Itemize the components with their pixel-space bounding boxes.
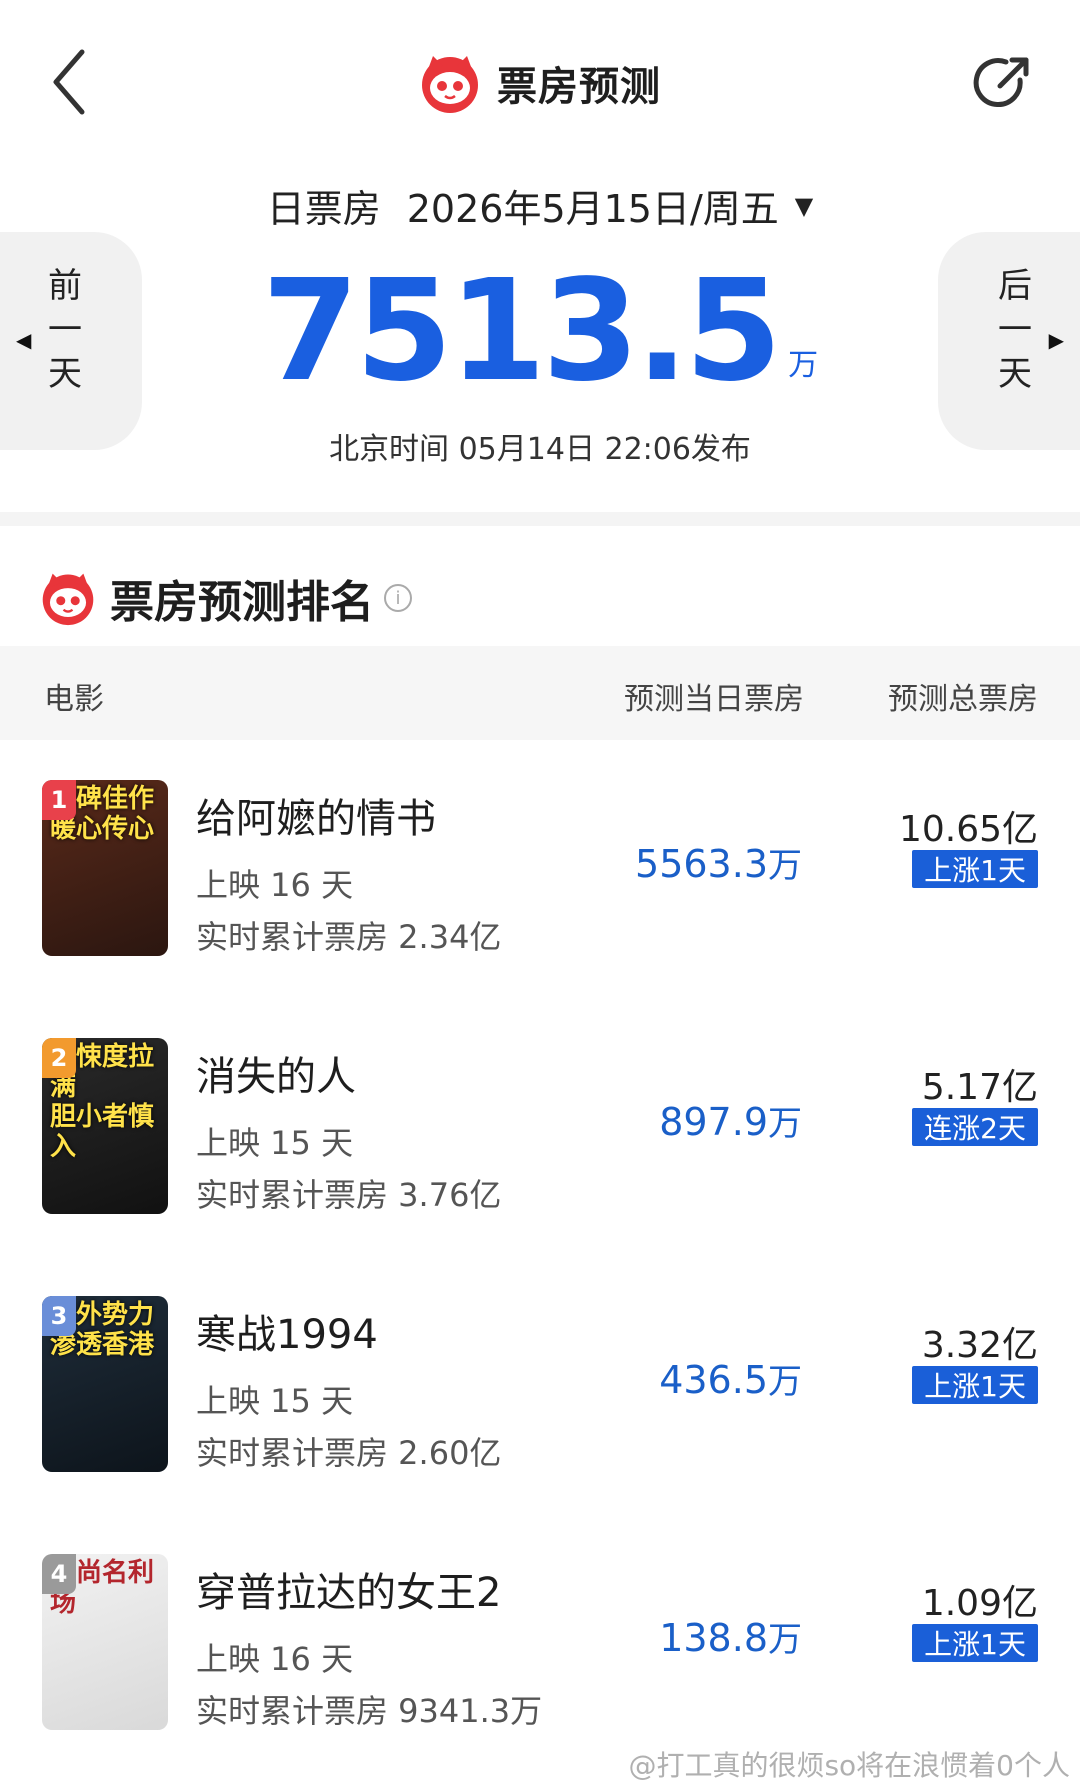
table-header: 电影 预测当日票房 预测总票房 — [0, 646, 1080, 740]
release-days: 上映 16 天 — [196, 1640, 354, 1678]
movie-name: 给阿嬷的情书 — [196, 796, 436, 842]
cumulative-box-office: 实时累计票房 3.76亿 — [196, 1176, 502, 1214]
table-row[interactable]: 时尚名利场 4 穿普拉达的女王2 上映 16 天 实时累计票房 9341.3万 … — [0, 1514, 1080, 1772]
release-days: 上映 15 天 — [196, 1124, 354, 1162]
page-title: 票房预测 — [497, 64, 661, 110]
rank-badge: 2 — [42, 1038, 76, 1078]
maoyan-cat-logo-icon — [422, 56, 478, 113]
total-box-office: 5.17亿 — [921, 1067, 1038, 1108]
today-box-office: 5563.3万 — [635, 842, 802, 886]
table-row[interactable]: 境外势力 渗透香港 3 寒战1994 上映 15 天 实时累计票房 2.60亿 … — [0, 1256, 1080, 1514]
movie-name: 寒战1994 — [196, 1312, 378, 1358]
dropdown-triangle-icon: ▼ — [794, 191, 814, 220]
column-header-movie: 电影 — [44, 682, 104, 717]
daily-total: 7513.5 万 — [0, 262, 1080, 402]
top-bar: 票房预测 — [0, 0, 1080, 170]
trend-badge: 连涨2天 — [912, 1108, 1038, 1146]
movie-name: 穿普拉达的女王2 — [196, 1570, 502, 1616]
daily-total-unit: 万 — [788, 348, 819, 383]
movie-poster: 惊悚度拉满 胆小者慎入 2 — [42, 1038, 168, 1214]
movie-poster: 境外势力 渗透香港 3 — [42, 1296, 168, 1472]
watermark: @打工真的很烦so将在浪惯着0个人 — [628, 1749, 1070, 1782]
publish-time: 北京时间 05月14日 22:06发布 — [329, 432, 751, 467]
ranking-title: 票房预测排名 — [110, 577, 374, 628]
section-divider — [0, 512, 1080, 526]
movie-poster: 口碑佳作 暖心传心 1 — [42, 780, 168, 956]
rank-badge: 1 — [42, 780, 76, 820]
release-days: 上映 16 天 — [196, 866, 354, 904]
column-header-today: 预测当日票房 — [624, 682, 804, 717]
ranking-header: 票房预测排名 i — [40, 566, 412, 630]
trend-badge: 上涨1天 — [912, 850, 1038, 888]
page-title-group: 票房预测 — [0, 52, 1080, 114]
table-row[interactable]: 惊悚度拉满 胆小者慎入 2 消失的人 上映 15 天 实时累计票房 3.76亿 … — [0, 998, 1080, 1256]
rank-badge: 4 — [42, 1554, 76, 1594]
cumulative-box-office: 实时累计票房 2.60亿 — [196, 1434, 502, 1472]
today-box-office: 436.5万 — [659, 1358, 802, 1402]
release-days: 上映 15 天 — [196, 1382, 354, 1420]
total-box-office: 3.32亿 — [921, 1325, 1038, 1366]
cumulative-box-office: 实时累计票房 9341.3万 — [196, 1692, 543, 1730]
maoyan-cat-logo-icon — [42, 573, 94, 626]
date-value: 2026年5月15日/周五 — [406, 187, 779, 231]
column-header-total: 预测总票房 — [888, 682, 1038, 717]
trend-badge: 上涨1天 — [912, 1624, 1038, 1662]
rank-badge: 3 — [42, 1296, 76, 1336]
movie-name: 消失的人 — [196, 1054, 356, 1100]
total-box-office: 1.09亿 — [921, 1583, 1038, 1624]
daily-total-value: 7513.5 — [261, 250, 782, 413]
info-icon[interactable]: i — [384, 584, 412, 612]
today-box-office: 138.8万 — [659, 1616, 802, 1660]
total-box-office: 10.65亿 — [898, 809, 1038, 850]
table-row[interactable]: 口碑佳作 暖心传心 1 给阿嬷的情书 上映 16 天 实时累计票房 2.34亿 … — [0, 740, 1080, 998]
date-label: 日票房 — [266, 187, 381, 231]
trend-badge: 上涨1天 — [912, 1366, 1038, 1404]
today-box-office: 897.9万 — [659, 1100, 802, 1144]
share-icon[interactable] — [970, 50, 1036, 116]
cumulative-box-office: 实时累计票房 2.34亿 — [196, 918, 502, 956]
date-selector[interactable]: 日票房 2026年5月15日/周五 ▼ — [0, 178, 1080, 233]
movie-poster: 时尚名利场 4 — [42, 1554, 168, 1730]
